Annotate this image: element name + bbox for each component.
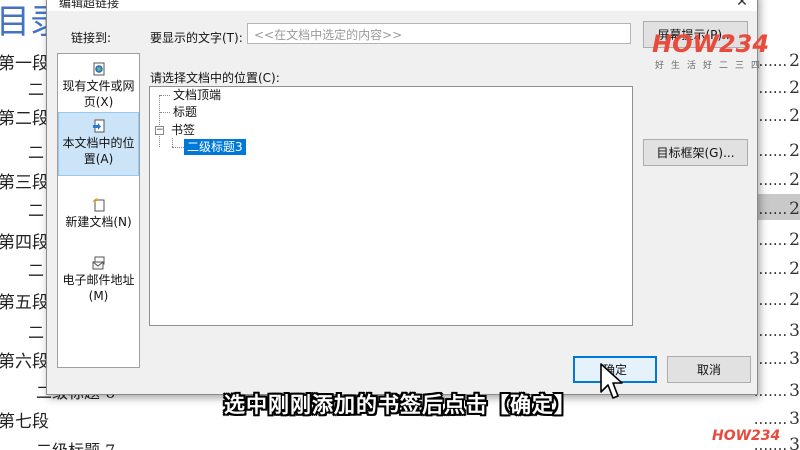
toc-page-ref: ....... 2 xyxy=(753,106,800,126)
link-option-email-address[interactable]: 电子邮件地址(M) xyxy=(58,252,139,303)
video-subtitle: 选中刚刚添加的书签后点击【确定】 xyxy=(224,393,576,417)
document-place-tree[interactable]: 文档顶端 标题 − 书签 二级标题3 xyxy=(149,86,633,326)
toc-line[interactable]: 二 xyxy=(28,318,44,344)
document-place-icon xyxy=(92,119,104,133)
toc-page-number: 2 xyxy=(789,199,800,219)
toc-line[interactable]: 第六段 xyxy=(0,346,49,372)
toc-line[interactable]: 二 xyxy=(28,138,44,164)
tree-item-selected-bookmark[interactable]: 二级标题3 xyxy=(184,139,246,155)
toc-line[interactable]: 第四段 xyxy=(0,227,49,253)
email-icon xyxy=(92,256,104,270)
new-document-icon xyxy=(92,198,104,212)
toc-page-ref: ....... 2 xyxy=(753,230,800,250)
edit-hyperlink-dialog: 编辑超链接 ✕ 链接到: 要显示的文字(T): <<在文档中选定的内容>> 屏幕… xyxy=(46,0,758,395)
toc-page-ref: ....... 2 xyxy=(753,259,800,279)
tree-guide xyxy=(160,112,170,113)
link-to-bar: 现有文件或网页(X) 本文档中的位置(A) 新建文档(N) 电子邮件地址(M) xyxy=(57,53,140,368)
display-text-field[interactable]: <<在文档中选定的内容>> xyxy=(247,23,631,44)
toc-page-number: 2 xyxy=(789,259,800,279)
cancel-button-label: 取消 xyxy=(696,363,721,377)
tree-item-bookmarks[interactable]: 书签 xyxy=(168,122,198,138)
toc-line[interactable]: 第二段 xyxy=(0,103,49,129)
toc-page-ref: ....... 3 xyxy=(753,321,800,341)
toc-line[interactable]: 第五段 xyxy=(0,287,49,313)
toc-page-number: 3 xyxy=(789,349,800,369)
toc-line[interactable]: 第三段 xyxy=(0,167,49,193)
select-place-label: 请选择文档中的位置(C): xyxy=(150,71,280,85)
toc-page-ref: ....... 2 xyxy=(753,290,800,310)
toc-page-number: 2 xyxy=(789,141,800,161)
link-option-label: 现有文件或网页(X) xyxy=(62,79,135,109)
watermark-logo: HOW234 xyxy=(652,30,769,58)
toc-page-number: 2 xyxy=(789,170,800,190)
toc-page-number: 3 xyxy=(789,435,800,450)
link-option-existing-file[interactable]: 现有文件或网页(X) xyxy=(58,58,139,110)
toc-line[interactable]: 二 xyxy=(28,196,44,222)
toc-line[interactable]: 二 xyxy=(28,75,44,101)
display-text-label: 要显示的文字(T): xyxy=(150,31,243,45)
tree-guide xyxy=(159,95,160,147)
toc-page-number: 2 xyxy=(789,106,800,126)
dialog-title: 编辑超链接 xyxy=(59,0,120,10)
tree-guide xyxy=(172,147,184,148)
dialog-titlebar[interactable]: 编辑超链接 ✕ xyxy=(47,0,757,11)
tree-guide xyxy=(160,95,170,96)
toc-page-ref: ....... 3 xyxy=(753,349,800,369)
link-option-new-document[interactable]: 新建文档(N) xyxy=(58,194,139,240)
watermark-logo-text: HOW234 xyxy=(652,30,770,58)
collapse-toggle[interactable]: − xyxy=(155,126,164,135)
cancel-button[interactable]: 取消 xyxy=(667,356,751,383)
watermark-logo-small-text: HOW234 xyxy=(712,428,781,444)
toc-page-number: 2 xyxy=(789,51,800,71)
close-button[interactable]: ✕ xyxy=(727,0,757,11)
toc-line[interactable]: 二级标题 7 xyxy=(36,436,115,450)
toc-page-ref: ....... 2 xyxy=(753,170,800,190)
toc-line[interactable]: 二 xyxy=(28,256,44,282)
toc-page-number: 2 xyxy=(789,290,800,310)
toc-page-number: 2 xyxy=(789,230,800,250)
link-option-place-in-document[interactable]: 本文档中的位置(A) xyxy=(58,112,139,176)
tree-item-headings[interactable]: 标题 xyxy=(170,104,200,120)
globe-file-icon xyxy=(93,62,104,76)
toc-line[interactable]: 第一段 xyxy=(0,48,49,74)
target-frame-button[interactable]: 目标框架(G)... xyxy=(643,139,748,166)
link-option-label: 电子邮件地址(M) xyxy=(62,273,135,303)
watermark-tagline: 好生活好二三四 xyxy=(655,61,768,71)
close-icon: ✕ xyxy=(736,0,748,10)
toc-page-ref: ....... 2 xyxy=(753,199,800,219)
toc-page-ref: ....... 2 xyxy=(753,141,800,161)
toc-page-ref: ....... 2 xyxy=(753,78,800,98)
link-to-label: 链接到: xyxy=(71,31,112,45)
link-option-label: 新建文档(N) xyxy=(65,215,132,229)
link-option-label: 本文档中的位置(A) xyxy=(62,136,135,166)
target-frame-button-label: 目标框架(G)... xyxy=(656,146,735,160)
toc-page-number: 2 xyxy=(789,78,800,98)
watermark-logo-small: HOW234 xyxy=(712,428,780,444)
tree-item-top-of-document[interactable]: 文档顶端 xyxy=(170,87,224,103)
tree-guide xyxy=(172,138,173,147)
toc-page-number: 3 xyxy=(789,321,800,341)
